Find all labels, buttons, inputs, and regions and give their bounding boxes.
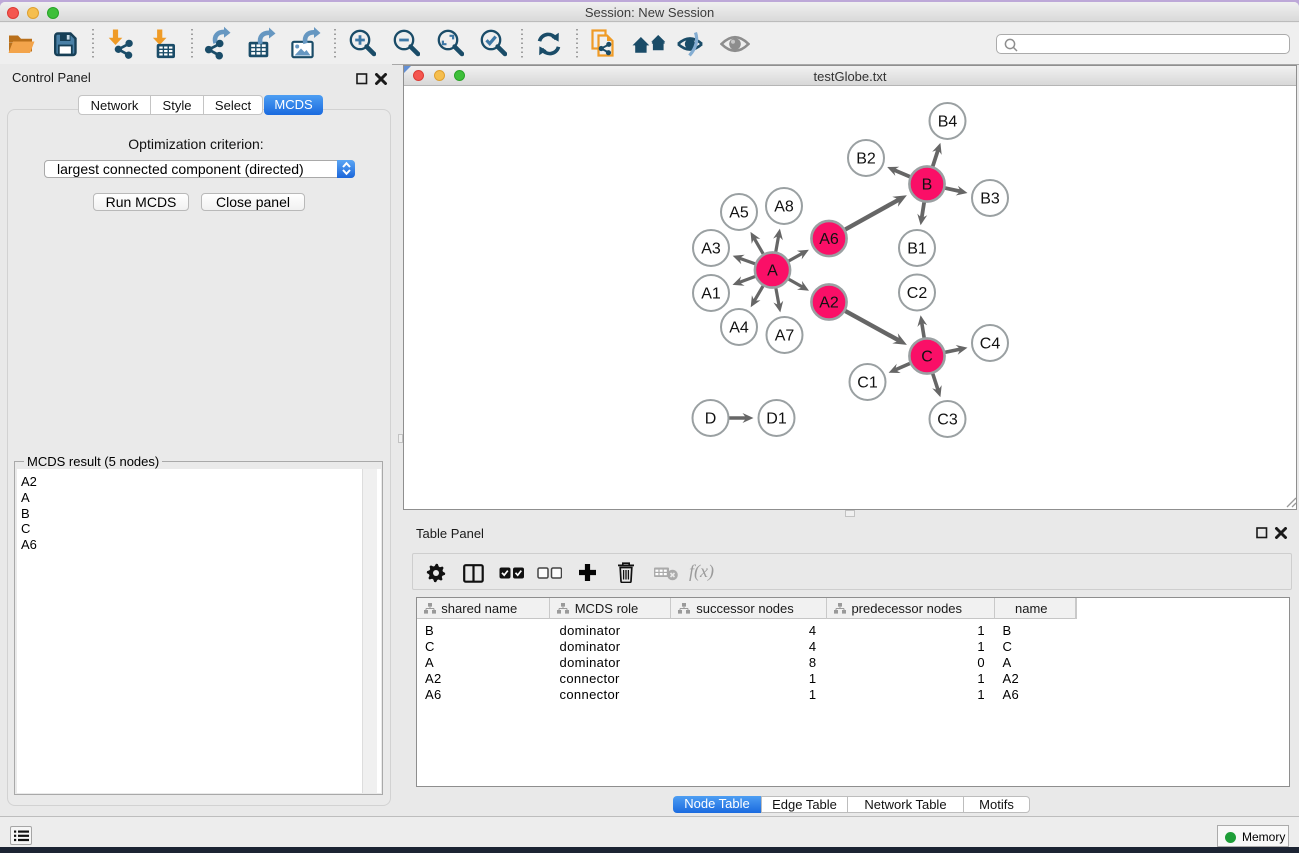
svg-text:A: A (767, 263, 778, 280)
svg-text:C: C (921, 349, 933, 366)
svg-text:A8: A8 (774, 199, 794, 216)
svg-text:B1: B1 (907, 241, 927, 258)
svg-text:B2: B2 (856, 151, 876, 168)
svg-text:C2: C2 (907, 285, 928, 302)
svg-text:B: B (922, 177, 933, 194)
svg-text:A3: A3 (701, 241, 721, 258)
svg-text:D1: D1 (766, 411, 787, 428)
svg-text:A2: A2 (819, 295, 839, 312)
svg-text:D: D (705, 411, 717, 428)
svg-text:A5: A5 (729, 205, 749, 222)
svg-text:C3: C3 (937, 412, 958, 429)
svg-text:B3: B3 (980, 191, 1000, 208)
svg-text:C4: C4 (980, 336, 1001, 353)
svg-text:A6: A6 (819, 231, 839, 248)
svg-text:A4: A4 (729, 320, 749, 337)
svg-text:A1: A1 (701, 286, 721, 303)
svg-text:A7: A7 (775, 328, 795, 345)
svg-text:C1: C1 (857, 375, 878, 392)
svg-text:B4: B4 (938, 114, 958, 131)
